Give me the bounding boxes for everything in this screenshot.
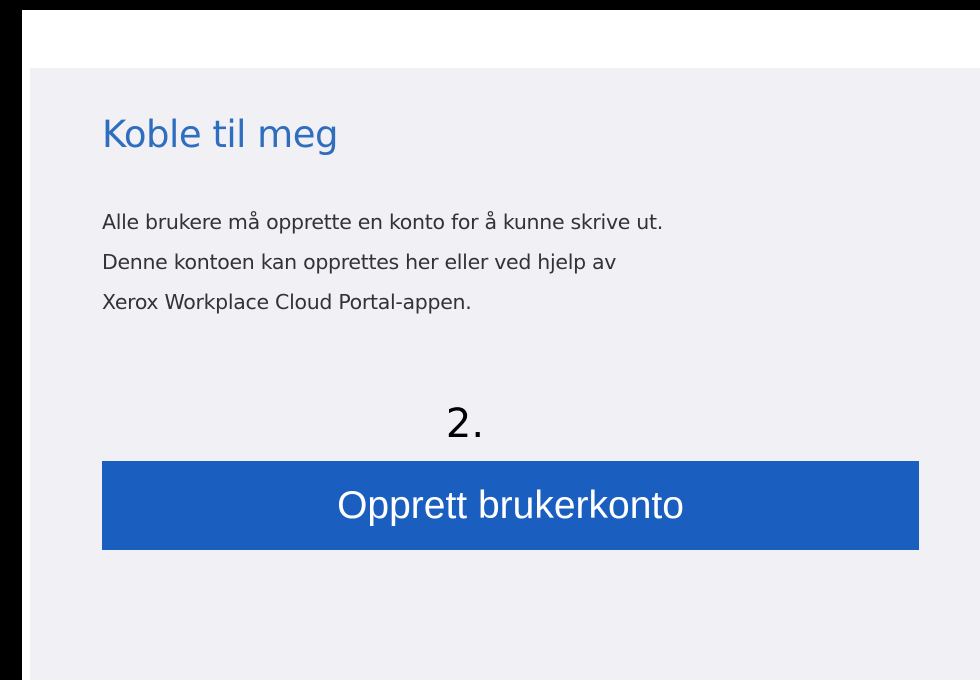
page-title: Koble til meg (102, 113, 338, 156)
description-line-1: Alle brukere må opprette en konto for å … (102, 210, 663, 234)
description-line-3: Xerox Workplace Cloud Portal-appen. (102, 290, 472, 314)
screenshot-frame: Koble til meg Alle brukere må opprette e… (22, 10, 980, 680)
account-description: Alle brukere må opprette en konto for å … (102, 202, 932, 322)
create-account-button[interactable]: Opprett brukerkonto (102, 461, 919, 550)
connect-panel: Koble til meg Alle brukere må opprette e… (30, 68, 980, 680)
description-line-2: Denne kontoen kan opprettes her eller ve… (102, 250, 617, 274)
step-marker: 2. (445, 401, 485, 447)
